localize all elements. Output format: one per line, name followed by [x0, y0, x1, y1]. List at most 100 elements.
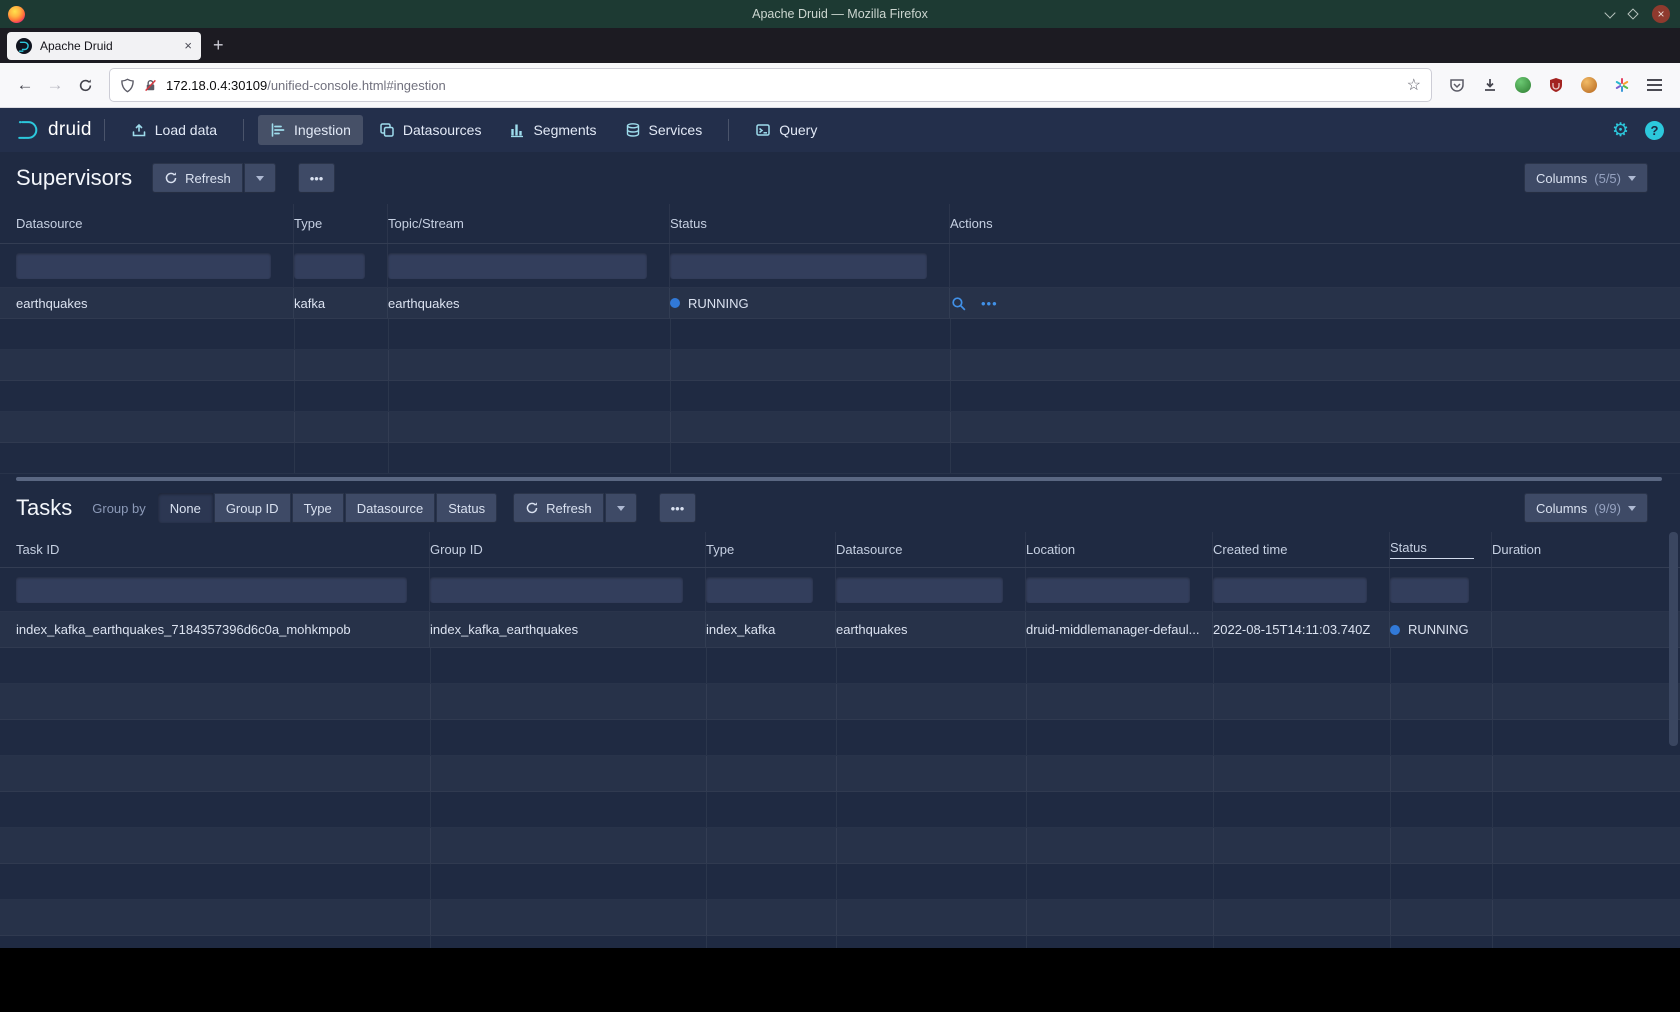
location-filter-input[interactable] — [1026, 577, 1190, 603]
supervisors-more-button[interactable]: ••• — [298, 163, 336, 193]
empty-row — [0, 648, 1680, 684]
extension-icon-colorful[interactable] — [1614, 77, 1630, 93]
cell-status: RUNNING — [1390, 612, 1492, 647]
task-row-index-kafka[interactable]: index_kafka_earthquakes_7184357396d6c0a_… — [0, 612, 1680, 648]
column-header-created-time[interactable]: Created time — [1213, 532, 1390, 567]
nav-load-data[interactable]: Load data — [119, 115, 229, 145]
filter-cell — [1213, 568, 1390, 611]
datasource-filter-input[interactable] — [16, 253, 271, 279]
group-by-none-button[interactable]: None — [158, 493, 213, 523]
column-header-status-sorted[interactable]: Status — [1390, 532, 1492, 567]
cell-datasource: earthquakes — [16, 288, 294, 318]
tasks-more-button[interactable]: ••• — [659, 493, 697, 523]
refresh-dropdown-button[interactable] — [605, 493, 637, 523]
refresh-dropdown-button[interactable] — [244, 163, 276, 193]
nav-segments[interactable]: Segments — [497, 115, 608, 145]
nav-label: Query — [779, 122, 817, 138]
close-window-button[interactable]: × — [1652, 5, 1670, 23]
datasource-filter-input[interactable] — [836, 577, 1003, 603]
group-by-type-button[interactable]: Type — [292, 493, 344, 523]
url-host: 172.18.0.4:30109 — [166, 78, 267, 93]
group-id-filter-input[interactable] — [430, 577, 683, 603]
nav-ingestion[interactable]: Ingestion — [258, 115, 363, 145]
refresh-label: Refresh — [185, 171, 231, 186]
refresh-label: Refresh — [546, 501, 592, 516]
url-path: /unified-console.html#ingestion — [267, 78, 446, 93]
row-more-actions-icon[interactable]: ••• — [981, 296, 998, 311]
insecure-lock-icon[interactable] — [143, 78, 158, 93]
pocket-icon[interactable] — [1449, 77, 1465, 93]
downloads-icon[interactable] — [1482, 77, 1498, 93]
sorted-header-label: Status — [1390, 540, 1474, 559]
bookmark-star-icon[interactable]: ☆ — [1407, 75, 1421, 95]
forward-button[interactable]: → — [40, 70, 70, 100]
column-header-task-id[interactable]: Task ID — [16, 532, 430, 567]
minimize-icon[interactable] — [1604, 7, 1615, 18]
cell-actions: ••• — [950, 288, 1680, 318]
settings-gear-icon[interactable]: ⚙ — [1612, 121, 1629, 140]
column-header-group-id[interactable]: Group ID — [430, 532, 706, 567]
back-button[interactable]: ← — [10, 70, 40, 100]
column-header-duration[interactable]: Duration — [1492, 532, 1680, 567]
empty-row — [0, 864, 1680, 900]
firefox-window: Apache Druid — Mozilla Firefox × Apache … — [0, 0, 1680, 948]
refresh-button[interactable]: Refresh — [152, 163, 243, 193]
tab-apache-druid[interactable]: Apache Druid × — [7, 32, 201, 60]
filter-cell — [950, 244, 1680, 287]
druid-logo[interactable]: druid — [16, 118, 92, 142]
empty-row — [0, 412, 1680, 443]
column-header-location[interactable]: Location — [1026, 532, 1213, 567]
tasks-refresh-group: Refresh — [513, 493, 637, 523]
column-header-actions: Actions — [950, 204, 1680, 243]
tab-bar: Apache Druid × + — [0, 28, 1680, 63]
extension-icon-orange[interactable] — [1581, 77, 1597, 93]
menu-button[interactable] — [1647, 79, 1662, 91]
hamburger-icon — [1647, 79, 1662, 91]
refresh-button[interactable]: Refresh — [513, 493, 604, 523]
group-by-datasource-button[interactable]: Datasource — [345, 493, 435, 523]
tasks-columns-button[interactable]: Columns (9/9) — [1524, 493, 1648, 523]
column-header-type[interactable]: Type — [294, 204, 388, 243]
status-filter-input[interactable] — [1390, 577, 1469, 603]
group-by-status-button[interactable]: Status — [436, 493, 497, 523]
status-filter-input[interactable] — [670, 253, 927, 279]
new-tab-button[interactable]: + — [213, 35, 224, 56]
column-header-status[interactable]: Status — [670, 204, 950, 243]
nav-services[interactable]: Services — [613, 115, 715, 145]
type-filter-input[interactable] — [294, 253, 365, 279]
created-time-filter-input[interactable] — [1213, 577, 1367, 603]
navigation-toolbar: ← → 172.18.0.4:30109/unified-console.htm… — [0, 63, 1680, 108]
refresh-icon — [525, 501, 539, 515]
nav-datasources[interactable]: Datasources — [367, 115, 494, 145]
filter-cell — [836, 568, 1026, 611]
reload-icon — [78, 78, 93, 93]
vertical-scrollbar-thumb[interactable] — [1669, 532, 1678, 746]
horizontal-scrollbar[interactable] — [16, 474, 1664, 484]
supervisors-columns-button[interactable]: Columns (5/5) — [1524, 163, 1648, 193]
type-filter-input[interactable] — [706, 577, 813, 603]
columns-label: Columns — [1536, 171, 1587, 186]
tab-close-icon[interactable]: × — [184, 38, 192, 53]
column-header-datasource[interactable]: Datasource — [836, 532, 1026, 567]
magnifier-action-icon[interactable] — [950, 295, 967, 312]
empty-row — [0, 684, 1680, 720]
ublock-origin-icon[interactable] — [1548, 77, 1564, 93]
maximize-icon[interactable] — [1627, 8, 1638, 19]
url-bar[interactable]: 172.18.0.4:30109/unified-console.html#in… — [110, 69, 1431, 101]
column-header-datasource[interactable]: Datasource — [16, 204, 294, 243]
topic-stream-filter-input[interactable] — [388, 253, 647, 279]
supervisors-section: Supervisors Refresh ••• Columns (5/5) — [0, 152, 1680, 484]
scrollbar-thumb[interactable] — [16, 477, 1662, 481]
extension-icon-green[interactable] — [1515, 77, 1531, 93]
reload-button[interactable] — [70, 70, 100, 100]
column-header-topic-stream[interactable]: Topic/Stream — [388, 204, 670, 243]
nav-query[interactable]: Query — [743, 115, 829, 145]
running-status-dot — [670, 298, 680, 308]
group-by-group-id-button[interactable]: Group ID — [214, 493, 291, 523]
task-id-filter-input[interactable] — [16, 577, 407, 603]
column-header-type[interactable]: Type — [706, 532, 836, 567]
help-icon[interactable]: ? — [1645, 121, 1664, 140]
supervisor-row-earthquakes[interactable]: earthquakes kafka earthquakes RUNNING ••… — [0, 288, 1680, 319]
window-controls: × — [1606, 5, 1680, 23]
tracking-protection-shield-icon[interactable] — [120, 78, 135, 93]
